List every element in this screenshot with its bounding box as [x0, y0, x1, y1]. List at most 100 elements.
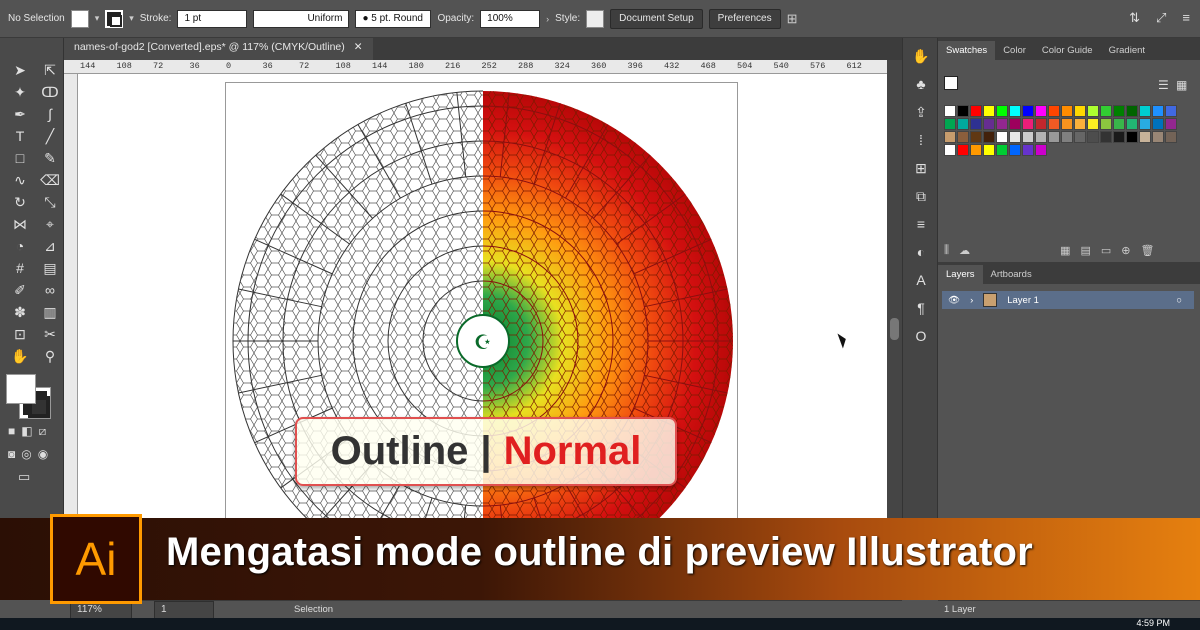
hand-tool-icon[interactable]: ✋ [8, 346, 32, 366]
swatch-options-icon[interactable]: ▤ [1080, 244, 1090, 257]
column-graph-tool-icon[interactable]: ▥ [38, 302, 62, 322]
brush-select[interactable]: ● 5 pt. Round [355, 9, 432, 28]
swatch[interactable] [944, 105, 956, 117]
swatch[interactable] [996, 144, 1008, 156]
draw-behind-icon[interactable]: ◎ [21, 447, 31, 461]
direct-selection-tool-icon[interactable]: ⇱ [38, 60, 62, 80]
expand-icon[interactable]: ⤢ [1156, 10, 1166, 26]
chevron-right-icon[interactable]: › [970, 295, 973, 306]
swatch[interactable] [1009, 144, 1021, 156]
swatch[interactable] [1126, 131, 1138, 143]
fill-stroke-control[interactable] [6, 374, 54, 420]
close-icon[interactable]: ✕ [354, 41, 363, 53]
blend-tool-icon[interactable]: ∞ [38, 280, 62, 300]
zoom-tool-icon[interactable]: ⚲ [38, 346, 62, 366]
swatch[interactable] [1035, 118, 1047, 130]
swatch[interactable] [1061, 118, 1073, 130]
slice-tool-icon[interactable]: ✂ [38, 324, 62, 344]
swatch[interactable] [1152, 118, 1164, 130]
delete-icon[interactable]: 🗑 [1141, 244, 1155, 257]
paragraph-icon[interactable]: ¶ [909, 298, 933, 318]
swatch[interactable] [1100, 118, 1112, 130]
chevron-right-icon[interactable]: › [546, 14, 549, 24]
curvature-tool-icon[interactable]: ∫ [38, 104, 62, 124]
swatch[interactable] [944, 131, 956, 143]
swatch[interactable] [1087, 131, 1099, 143]
swatch[interactable] [1165, 118, 1177, 130]
arrange-icon[interactable]: ⊞ [787, 11, 798, 27]
rotate-tool-icon[interactable]: ↻ [8, 192, 32, 212]
menu-icon[interactable]: ≡ [1182, 10, 1190, 26]
gradient-icon[interactable]: ◧ [21, 424, 32, 439]
new-swatch-icon[interactable]: ⊕ [1121, 244, 1130, 257]
swatch[interactable] [1074, 131, 1086, 143]
color-icon[interactable]: ■ [8, 424, 15, 439]
artboard-tool-icon[interactable]: ⊡ [8, 324, 32, 344]
swatch[interactable] [1139, 118, 1151, 130]
perspective-grid-tool-icon[interactable]: ⊿ [38, 236, 62, 256]
swatch[interactable] [1139, 131, 1151, 143]
swatch[interactable] [1100, 131, 1112, 143]
mesh-tool-icon[interactable]: # [8, 258, 32, 278]
chevron-down-icon[interactable]: ▾ [95, 13, 100, 24]
swatch[interactable] [1152, 131, 1164, 143]
align-icon[interactable]: ⁞ [909, 130, 933, 150]
tab-swatches[interactable]: Swatches [938, 41, 996, 60]
opacity-field[interactable]: 100% [480, 9, 541, 28]
swatch[interactable] [1048, 131, 1060, 143]
asset-export-icon[interactable]: ⇪ [909, 102, 933, 122]
cloud-icon[interactable]: ☁ [959, 244, 970, 257]
selection-tool-icon[interactable]: ➤ [8, 60, 32, 80]
none-icon[interactable]: ⧄ [39, 424, 47, 439]
fill-box[interactable] [6, 374, 36, 404]
swatch[interactable] [1022, 105, 1034, 117]
target-icon[interactable]: ○ [1176, 295, 1182, 306]
pathfinder-icon[interactable]: ⧉ [909, 186, 933, 206]
swatch[interactable] [1113, 131, 1125, 143]
stroke-panel-icon[interactable]: ≡ [909, 214, 933, 234]
shape-builder-tool-icon[interactable]: ◔ [8, 236, 32, 256]
scale-tool-icon[interactable]: ⤡ [38, 192, 62, 212]
swatch[interactable] [1165, 105, 1177, 117]
pen-tool-icon[interactable]: ✒ [8, 104, 32, 124]
swatch[interactable] [957, 131, 969, 143]
swatch[interactable] [1048, 105, 1060, 117]
width-tool-icon[interactable]: ⋈ [8, 214, 32, 234]
swatch[interactable] [1087, 118, 1099, 130]
opentype-icon[interactable]: O [909, 326, 933, 346]
swatch[interactable] [970, 118, 982, 130]
new-group-icon[interactable]: ▭ [1101, 244, 1111, 257]
fill-swatch[interactable] [70, 9, 89, 28]
swatch[interactable] [1009, 118, 1021, 130]
artboard-nav[interactable]: 1 [154, 600, 214, 619]
swatch[interactable] [970, 131, 982, 143]
tab-color-guide[interactable]: Color Guide [1034, 41, 1101, 60]
draw-normal-icon[interactable]: ◙ [8, 447, 15, 461]
chevron-down-icon[interactable]: ▾ [129, 13, 134, 24]
screen-mode-icon[interactable]: ▭ [0, 461, 63, 485]
paintbrush-tool-icon[interactable]: ✎ [38, 148, 62, 168]
eye-icon[interactable]: 👁 [948, 295, 960, 306]
tab-color[interactable]: Color [995, 41, 1034, 60]
swatch[interactable] [1035, 131, 1047, 143]
arrange-documents-icon[interactable]: ⇅ [1129, 10, 1140, 26]
symbol-sprayer-tool-icon[interactable]: ✽ [8, 302, 32, 322]
stroke-swatch[interactable] [105, 9, 124, 28]
swatch[interactable] [1009, 131, 1021, 143]
swatch[interactable] [957, 105, 969, 117]
transform-icon[interactable]: ⊞ [909, 158, 933, 178]
swatch[interactable] [1126, 118, 1138, 130]
swatch[interactable] [970, 144, 982, 156]
magic-wand-tool-icon[interactable]: ✦ [8, 82, 32, 102]
stroke-profile-select[interactable]: Uniform [253, 9, 350, 28]
show-kinds-icon[interactable]: ▦ [1060, 244, 1070, 257]
swatch[interactable] [1061, 105, 1073, 117]
swatch[interactable] [1126, 105, 1138, 117]
stroke-weight-field[interactable]: 1 pt [177, 9, 248, 28]
swatch[interactable] [1139, 105, 1151, 117]
swatch[interactable] [1074, 118, 1086, 130]
swatch[interactable] [970, 105, 982, 117]
draw-inside-icon[interactable]: ◉ [38, 447, 48, 461]
swatch[interactable] [983, 131, 995, 143]
swatch[interactable] [1100, 105, 1112, 117]
